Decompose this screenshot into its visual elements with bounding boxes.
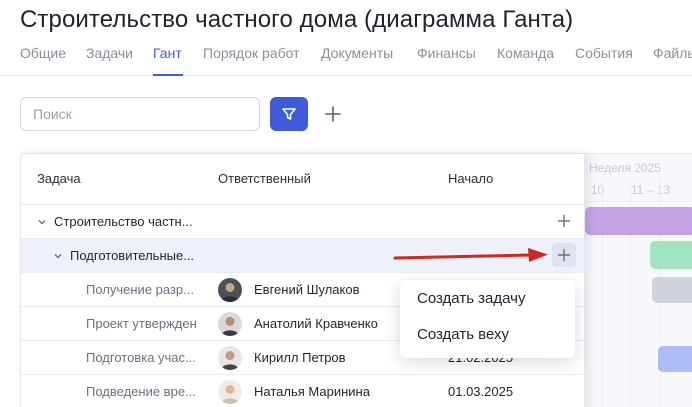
page-title: Строительство частного дома (диаграмма Г… — [20, 6, 574, 33]
assignee-name: Кирилл Петров — [254, 350, 346, 365]
column-header-assignee[interactable]: Ответственный — [218, 171, 311, 186]
gantt-day-label: 11 – 13 — [631, 183, 671, 197]
assignee-name: Анатолий Кравченко — [254, 316, 378, 331]
gantt-bar-project[interactable] — [585, 207, 692, 235]
task-name: Подготовка учас... — [86, 350, 196, 365]
tab-bar: Общие Задачи Гант Порядок работ Документ… — [0, 40, 692, 76]
assignee-name: Наталья Маринина — [254, 384, 370, 399]
plus-icon — [557, 214, 571, 228]
tab-tasks[interactable]: Задачи — [86, 45, 133, 61]
task-name: Строительство частн... — [54, 214, 193, 229]
tab-gantt[interactable]: Гант — [153, 45, 182, 61]
tab-work-order[interactable]: Порядок работ — [203, 45, 300, 61]
table-row[interactable]: Строительство частн... — [21, 204, 584, 238]
column-header-start[interactable]: Начало — [448, 171, 493, 186]
avatar — [218, 346, 242, 370]
plus-icon — [325, 106, 341, 122]
filter-icon — [282, 108, 296, 120]
gantt-bar-preparation[interactable] — [650, 241, 692, 269]
avatar — [218, 312, 242, 336]
annotation-arrow — [393, 248, 548, 262]
table-row[interactable]: Подведение вре... Наталья Маринина 01.03… — [21, 374, 584, 407]
search-input[interactable] — [20, 97, 260, 131]
active-tab-indicator — [153, 74, 183, 76]
chevron-down-icon[interactable] — [53, 251, 63, 261]
create-milestone-menu-item[interactable]: Создать веху — [417, 326, 509, 343]
gantt-timeline-header: Неделя 2025 — [589, 161, 661, 175]
avatar — [218, 380, 242, 404]
add-subtask-button[interactable] — [552, 209, 576, 233]
tab-files[interactable]: Файлы — [653, 45, 692, 61]
tab-documents[interactable]: Документы — [321, 45, 393, 61]
plus-icon — [557, 248, 571, 262]
gantt-bar-permit[interactable] — [652, 277, 692, 303]
assignee-name: Евгений Шулаков — [254, 282, 360, 297]
filter-button[interactable] — [270, 97, 308, 131]
create-task-menu-item[interactable]: Создать задачу — [417, 290, 525, 307]
task-name: Получение разр... — [86, 282, 194, 297]
start-date: 01.03.2025 — [448, 384, 514, 399]
task-name: Подготовительные... — [70, 248, 195, 263]
task-name: Проект утвержден — [86, 316, 197, 331]
tab-events[interactable]: События — [575, 45, 633, 61]
chevron-down-icon[interactable] — [37, 217, 47, 227]
tab-team[interactable]: Команда — [497, 45, 554, 61]
add-button[interactable] — [320, 101, 346, 127]
task-name: Подведение вре... — [86, 384, 196, 399]
tab-finance[interactable]: Финансы — [417, 45, 476, 61]
avatar — [218, 278, 242, 302]
add-subtask-button[interactable] — [552, 243, 576, 267]
context-menu: Создать задачу Создать веху — [400, 280, 575, 358]
tab-general[interactable]: Общие — [20, 45, 66, 61]
column-header-task[interactable]: Задача — [37, 171, 81, 186]
gantt-bar-site-prep[interactable] — [658, 346, 692, 372]
